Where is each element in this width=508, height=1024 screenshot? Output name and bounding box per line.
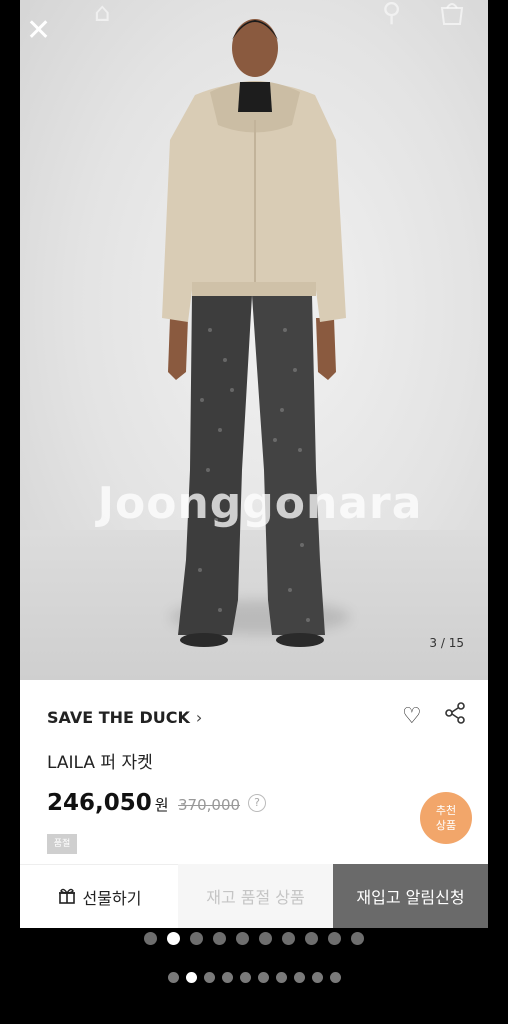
product-name: LAILA 퍼 자켓 xyxy=(47,753,153,773)
status-badge: 품절 xyxy=(47,834,77,854)
pager-dot[interactable] xyxy=(351,932,364,945)
pager-dot[interactable] xyxy=(236,932,249,945)
pager-dot[interactable] xyxy=(213,932,226,945)
restock-notify-button[interactable]: 재입고 알림신청 xyxy=(333,864,488,928)
pager-dot[interactable] xyxy=(203,972,215,983)
secondary-pager xyxy=(0,972,508,983)
bag-icon[interactable] xyxy=(438,0,466,31)
pager-dot[interactable] xyxy=(190,932,203,945)
pager-dot[interactable] xyxy=(305,932,318,945)
product-screen: ✕ ⌂ ⚲ Joonggonara 3 / 15 SAVE THE DUCK › … xyxy=(20,0,488,928)
gift-label: 선물하기 xyxy=(82,889,142,908)
search-icon[interactable]: ⚲ xyxy=(382,0,401,26)
gallery-pager xyxy=(0,932,508,945)
pager-dot[interactable] xyxy=(282,932,295,945)
recommend-label-2: 상품 xyxy=(435,819,457,832)
price-value: 246,050 xyxy=(47,790,152,816)
product-info: SAVE THE DUCK › ♡ LAILA 퍼 자켓 246,050 원 370… xyxy=(20,680,488,864)
currency-label: 원 xyxy=(154,796,169,814)
product-image[interactable]: ✕ ⌂ ⚲ Joonggonara 3 / 15 xyxy=(20,0,488,680)
gift-icon xyxy=(57,885,77,910)
brand-link[interactable]: SAVE THE DUCK › xyxy=(47,708,202,727)
close-icon[interactable]: ✕ xyxy=(26,16,51,46)
pager-dot[interactable] xyxy=(259,932,272,945)
pager-dot[interactable] xyxy=(275,972,287,983)
brand-name: SAVE THE DUCK xyxy=(47,708,190,727)
pager-dot[interactable] xyxy=(167,972,179,983)
gift-button[interactable]: 선물하기 xyxy=(20,864,178,928)
watermark: Joonggonara xyxy=(97,478,423,529)
share-icon[interactable] xyxy=(444,702,466,728)
pager-dot[interactable] xyxy=(328,932,341,945)
pager-dot[interactable] xyxy=(239,972,251,983)
pager-dot[interactable] xyxy=(329,972,341,983)
pager-dot[interactable] xyxy=(293,972,305,983)
image-counter: 3 / 15 xyxy=(429,636,464,650)
sale-price: 246,050 원 xyxy=(47,790,169,816)
action-bar: 선물하기 재고 품절 상품 재입고 알림신청 xyxy=(20,864,488,928)
soldout-button: 재고 품절 상품 xyxy=(178,864,333,928)
original-price: 370,000 xyxy=(178,796,241,814)
recommend-button[interactable]: 추천 상품 xyxy=(420,792,472,844)
pager-dot[interactable] xyxy=(221,972,233,983)
chevron-right-icon: › xyxy=(195,708,203,727)
heart-icon[interactable]: ♡ xyxy=(402,704,422,729)
recommend-label-1: 추천 xyxy=(435,804,457,817)
pager-dot[interactable] xyxy=(311,972,323,983)
pager-dot[interactable] xyxy=(167,932,180,945)
pager-dot[interactable] xyxy=(144,932,157,945)
home-icon[interactable]: ⌂ xyxy=(94,0,111,26)
question-icon[interactable]: ? xyxy=(248,794,266,812)
pager-dot[interactable] xyxy=(257,972,269,983)
pager-dot[interactable] xyxy=(185,972,197,983)
model-figure xyxy=(162,19,346,647)
